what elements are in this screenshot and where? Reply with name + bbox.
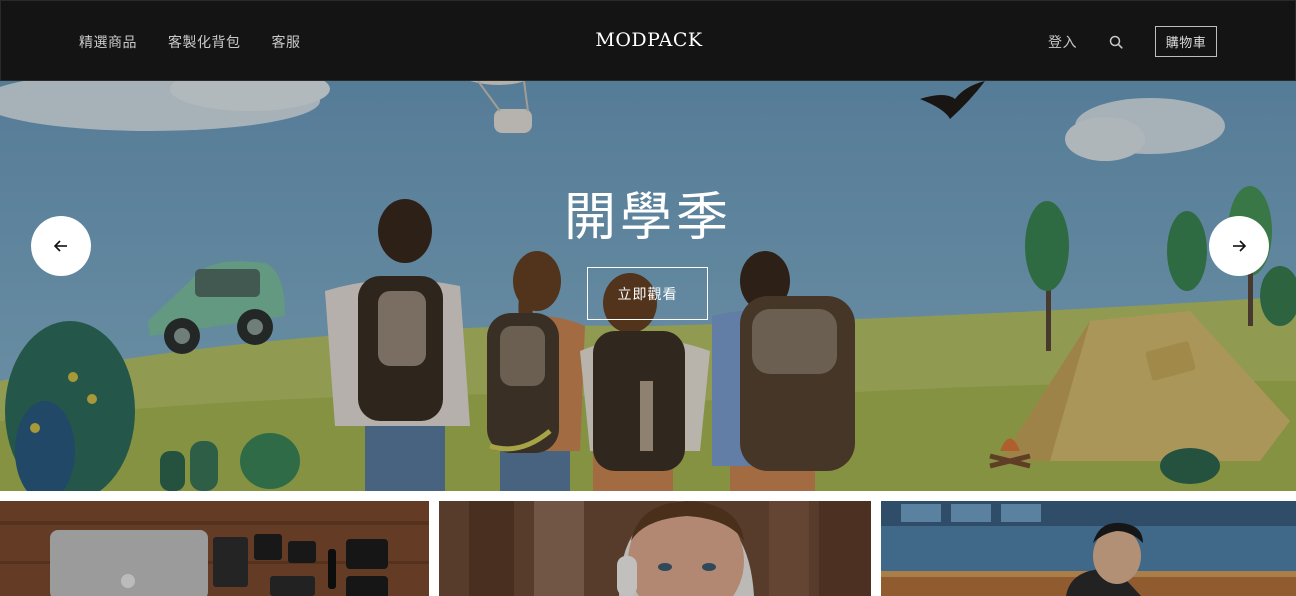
thumbnail-dim-overlay xyxy=(439,501,871,596)
arrow-right-icon xyxy=(1233,240,1247,252)
hero-banner: 開學季 立即觀看 xyxy=(0,81,1296,491)
category-thumbnail-gear[interactable] xyxy=(0,501,429,596)
cart-button[interactable]: 購物車 xyxy=(1155,26,1217,57)
hero-cta-button[interactable]: 立即觀看 xyxy=(587,267,708,320)
site-header: 精選商品 客製化背包 客服 MODPACK 登入 購物車 xyxy=(0,0,1296,81)
category-thumbnail-headphones[interactable] xyxy=(439,501,871,596)
carousel-prev-button[interactable] xyxy=(31,216,91,276)
thumbnail-dim-overlay xyxy=(0,501,429,596)
site-logo[interactable]: MODPACK xyxy=(595,29,702,51)
carousel-next-button[interactable] xyxy=(1209,216,1269,276)
arrow-left-icon xyxy=(53,240,67,252)
category-thumbnail-backpack[interactable] xyxy=(881,501,1296,596)
login-link[interactable]: 登入 xyxy=(1048,32,1077,52)
hero-title: 開學季 xyxy=(563,188,732,248)
thumbnail-dim-overlay xyxy=(881,501,1296,596)
header-actions: 登入 購物車 xyxy=(1048,1,1217,82)
search-icon[interactable] xyxy=(1108,34,1124,50)
